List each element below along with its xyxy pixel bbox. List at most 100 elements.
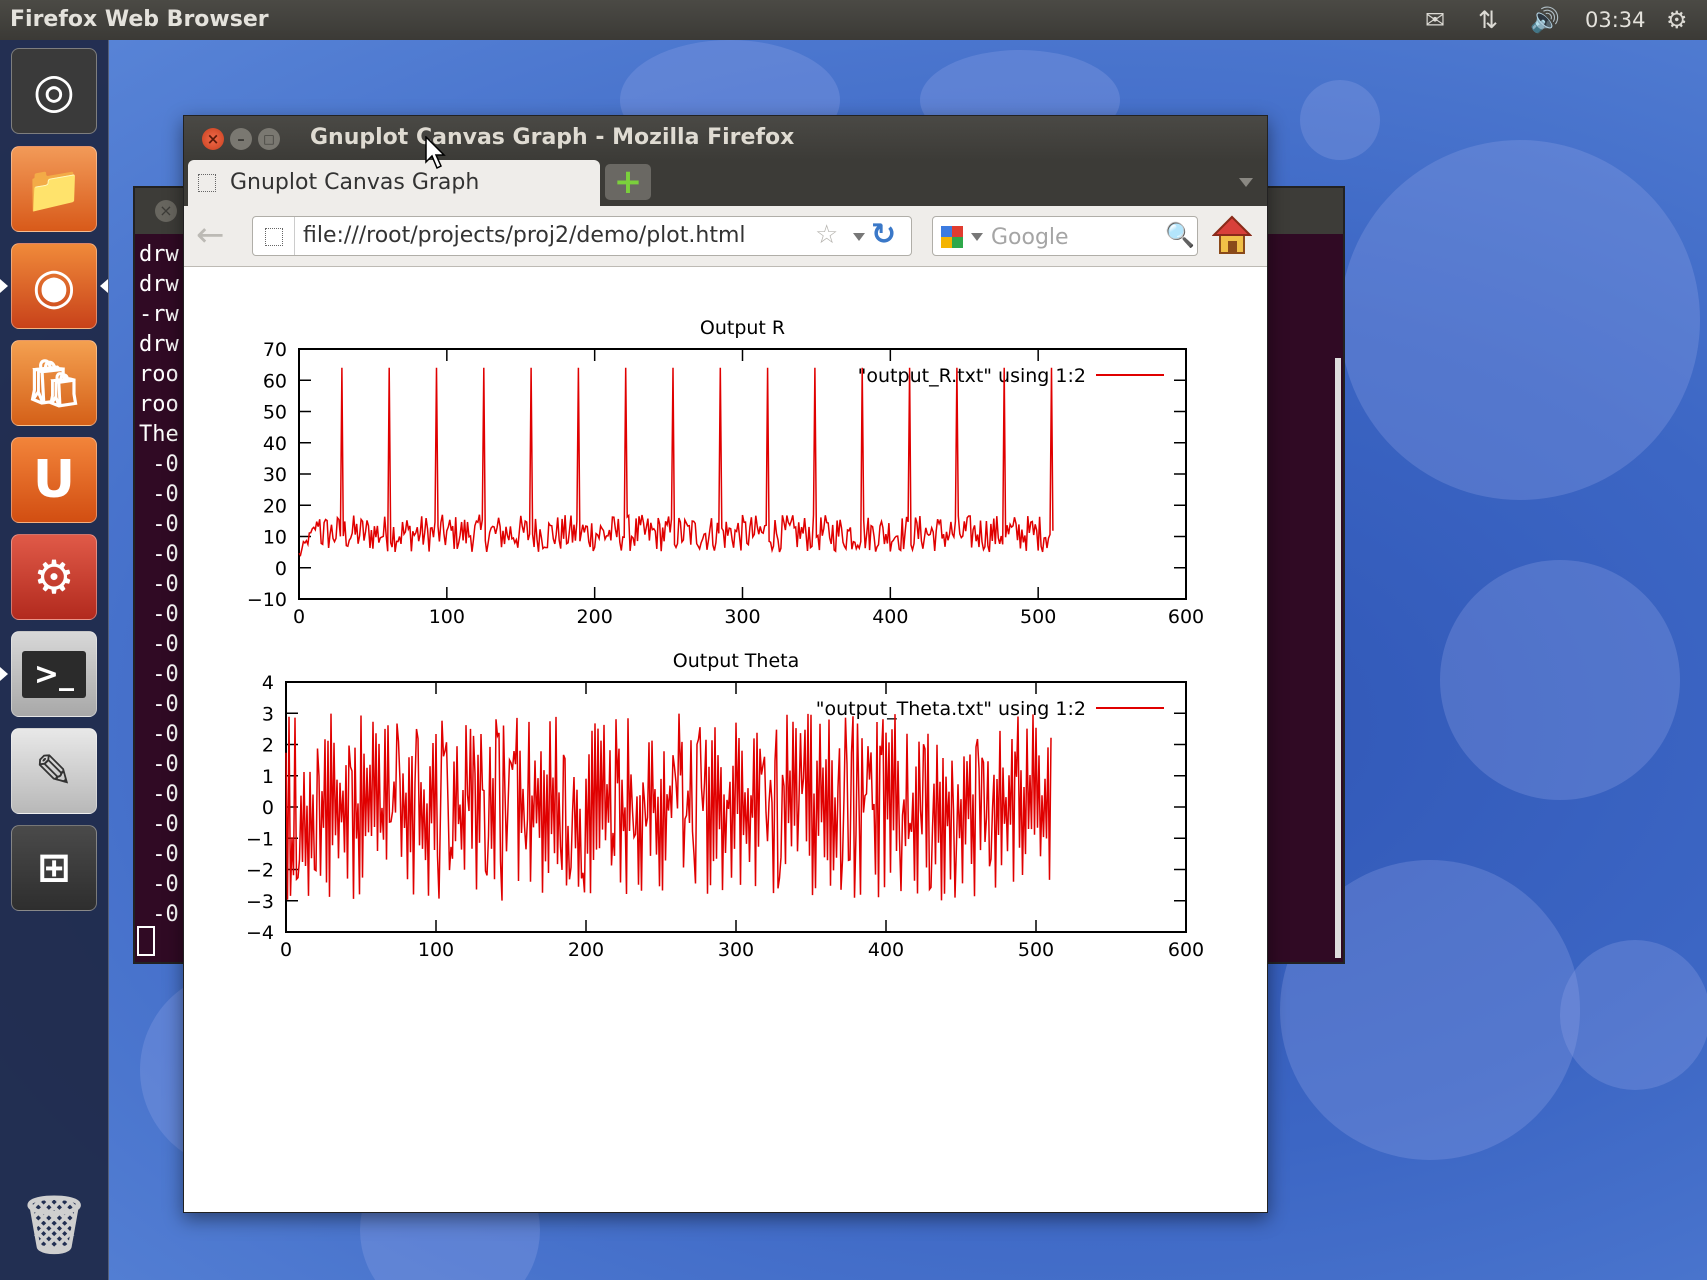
terminal-line: -0 (139, 812, 179, 837)
terminal-line: -0 (139, 482, 179, 507)
output-r-plot: Output R 0 100 200 300 400 500 600 −10 0 10 20 30 40 5… (247, 317, 1204, 628)
legend-label: "output_Theta.txt" using 1:2 (816, 698, 1086, 720)
search-engine-dropdown-icon[interactable] (971, 233, 983, 241)
ubuntu-one-icon: U (32, 450, 76, 510)
mail-icon[interactable]: ✉ (1425, 6, 1445, 34)
files-launcher-button[interactable]: 📁 (11, 146, 97, 232)
y-tick-label: −10 (247, 589, 287, 611)
page-favicon-icon (198, 174, 216, 192)
clock[interactable]: 03:34 (1585, 8, 1646, 32)
workspace-switcher-button[interactable]: ⊞ (11, 825, 97, 911)
terminal-line: -0 (139, 542, 179, 567)
minimize-window-button[interactable]: – (230, 128, 252, 150)
back-arrow-icon[interactable]: ← (196, 218, 225, 252)
tab-strip: Gnuplot Canvas Graph + (184, 160, 1267, 206)
terminal-line: -0 (139, 752, 179, 777)
volume-icon[interactable]: 🔊 (1530, 6, 1560, 34)
search-input[interactable] (989, 222, 1163, 252)
y-tick-label: 0 (275, 558, 287, 580)
site-identity-icon[interactable] (265, 228, 283, 246)
terminal-line: -rw (139, 302, 179, 327)
y-tick-label: 40 (263, 433, 287, 455)
y-tick-label: 4 (262, 672, 274, 694)
x-tick-label: 500 (1018, 939, 1054, 961)
terminal-output: drw drw -rw drw roo roo The -0 -0 -0 -0 -0 -0 … (139, 240, 179, 930)
settings-wrench-icon: ⚙ (33, 550, 75, 604)
system-settings-button[interactable]: ⚙ (11, 534, 97, 620)
maximize-window-button[interactable]: □ (258, 128, 280, 150)
x-tick-label: 200 (577, 606, 613, 628)
x-tick-label: 600 (1168, 606, 1204, 628)
tab-list-chevron-icon[interactable] (1239, 178, 1253, 187)
y-tick-label: −4 (246, 922, 274, 944)
ubuntu-one-button[interactable]: U (11, 437, 97, 523)
power-gear-icon[interactable]: ⚙ (1666, 6, 1688, 34)
terminal-line: -0 (139, 632, 179, 657)
terminal-line: -0 (139, 782, 179, 807)
x-tick-label: 200 (568, 939, 604, 961)
terminal-line: -0 (139, 842, 179, 867)
tab-active[interactable]: Gnuplot Canvas Graph (188, 160, 600, 206)
x-tick-label: 400 (868, 939, 904, 961)
terminal-scrollbar[interactable] (1335, 358, 1341, 958)
series-line (285, 713, 1052, 901)
terminal-close-icon[interactable]: × (155, 200, 177, 222)
y-tick-label: 30 (263, 464, 287, 486)
terminal-line: -0 (139, 602, 179, 627)
active-pip-left (0, 279, 8, 293)
x-tick-label: 400 (872, 606, 908, 628)
y-tick-label: −1 (246, 828, 274, 850)
x-tick-label: 500 (1020, 606, 1056, 628)
ubuntu-logo-icon: ◎ (33, 63, 75, 119)
software-center-button[interactable]: 🛍 (11, 340, 97, 426)
search-bar[interactable]: 🔍 (932, 216, 1198, 256)
output-theta-plot: Output Theta 0 100 200 300 400 500 600 −4 −3 −2 −1 0… (246, 650, 1204, 961)
reload-icon[interactable]: ↻ (871, 217, 896, 252)
tab-label: Gnuplot Canvas Graph (230, 170, 480, 195)
y-tick-label: 1 (262, 766, 274, 788)
terminal-line: drw (139, 272, 179, 297)
new-tab-button[interactable]: + (605, 164, 651, 200)
x-tick-label: 0 (280, 939, 292, 961)
firefox-window: × – □ Gnuplot Canvas Graph - Mozilla Fir… (183, 115, 1268, 1213)
series-line (298, 367, 1054, 557)
folder-icon: 📁 (25, 161, 83, 216)
y-tick-label: 70 (263, 339, 287, 361)
terminal-cursor (137, 926, 155, 956)
home-icon[interactable] (1212, 214, 1252, 256)
terminal-line: -0 (139, 692, 179, 717)
chart-title: Output R (700, 317, 785, 339)
x-tick-label: 100 (418, 939, 454, 961)
firefox-titlebar[interactable]: × – □ Gnuplot Canvas Graph - Mozilla Fir… (184, 116, 1267, 160)
url-bar[interactable]: file:///root/projects/proj2/demo/plot.ht… (252, 216, 912, 256)
terminal-line: drw (139, 332, 179, 357)
google-engine-icon[interactable] (941, 226, 963, 248)
app-title: Firefox Web Browser (10, 7, 269, 32)
terminal-line: roo (139, 362, 179, 387)
close-window-button[interactable]: × (202, 128, 224, 150)
x-tick-label: 100 (429, 606, 465, 628)
dash-home-button[interactable]: ◎ (11, 48, 97, 134)
terminal-launcher-button[interactable]: >_ (11, 631, 97, 717)
x-tick-label: 300 (724, 606, 760, 628)
chart-title: Output Theta (673, 650, 799, 672)
gnuplot-canvas: Output R0 100 200 300 400 500 600−100102030405… (246, 317, 1204, 961)
text-editor-button[interactable]: ✎ (11, 728, 97, 814)
url-separator (294, 217, 295, 255)
url-history-dropdown-icon[interactable] (853, 233, 865, 241)
x-tick-label: 0 (293, 606, 305, 628)
active-pip-right (100, 279, 108, 293)
bookmark-star-icon[interactable]: ☆ (815, 220, 838, 250)
firefox-launcher-button[interactable]: ◉ (11, 243, 97, 329)
text-editor-icon: ✎ (34, 744, 74, 798)
search-magnifier-icon[interactable]: 🔍 (1165, 221, 1195, 249)
url-text[interactable]: file:///root/projects/proj2/demo/plot.ht… (303, 223, 745, 248)
terminal-line: -0 (139, 512, 179, 537)
terminal-line: -0 (139, 872, 179, 897)
y-tick-label: 0 (262, 797, 274, 819)
terminal-icon: >_ (12, 632, 96, 716)
x-tick-label: 600 (1168, 939, 1204, 961)
network-icon[interactable]: ⇅ (1478, 6, 1498, 34)
top-panel: Firefox Web Browser ✉ ⇅ 🔊 03:34 ⚙ (0, 0, 1707, 40)
trash-button[interactable]: 🗑 (11, 1182, 97, 1268)
